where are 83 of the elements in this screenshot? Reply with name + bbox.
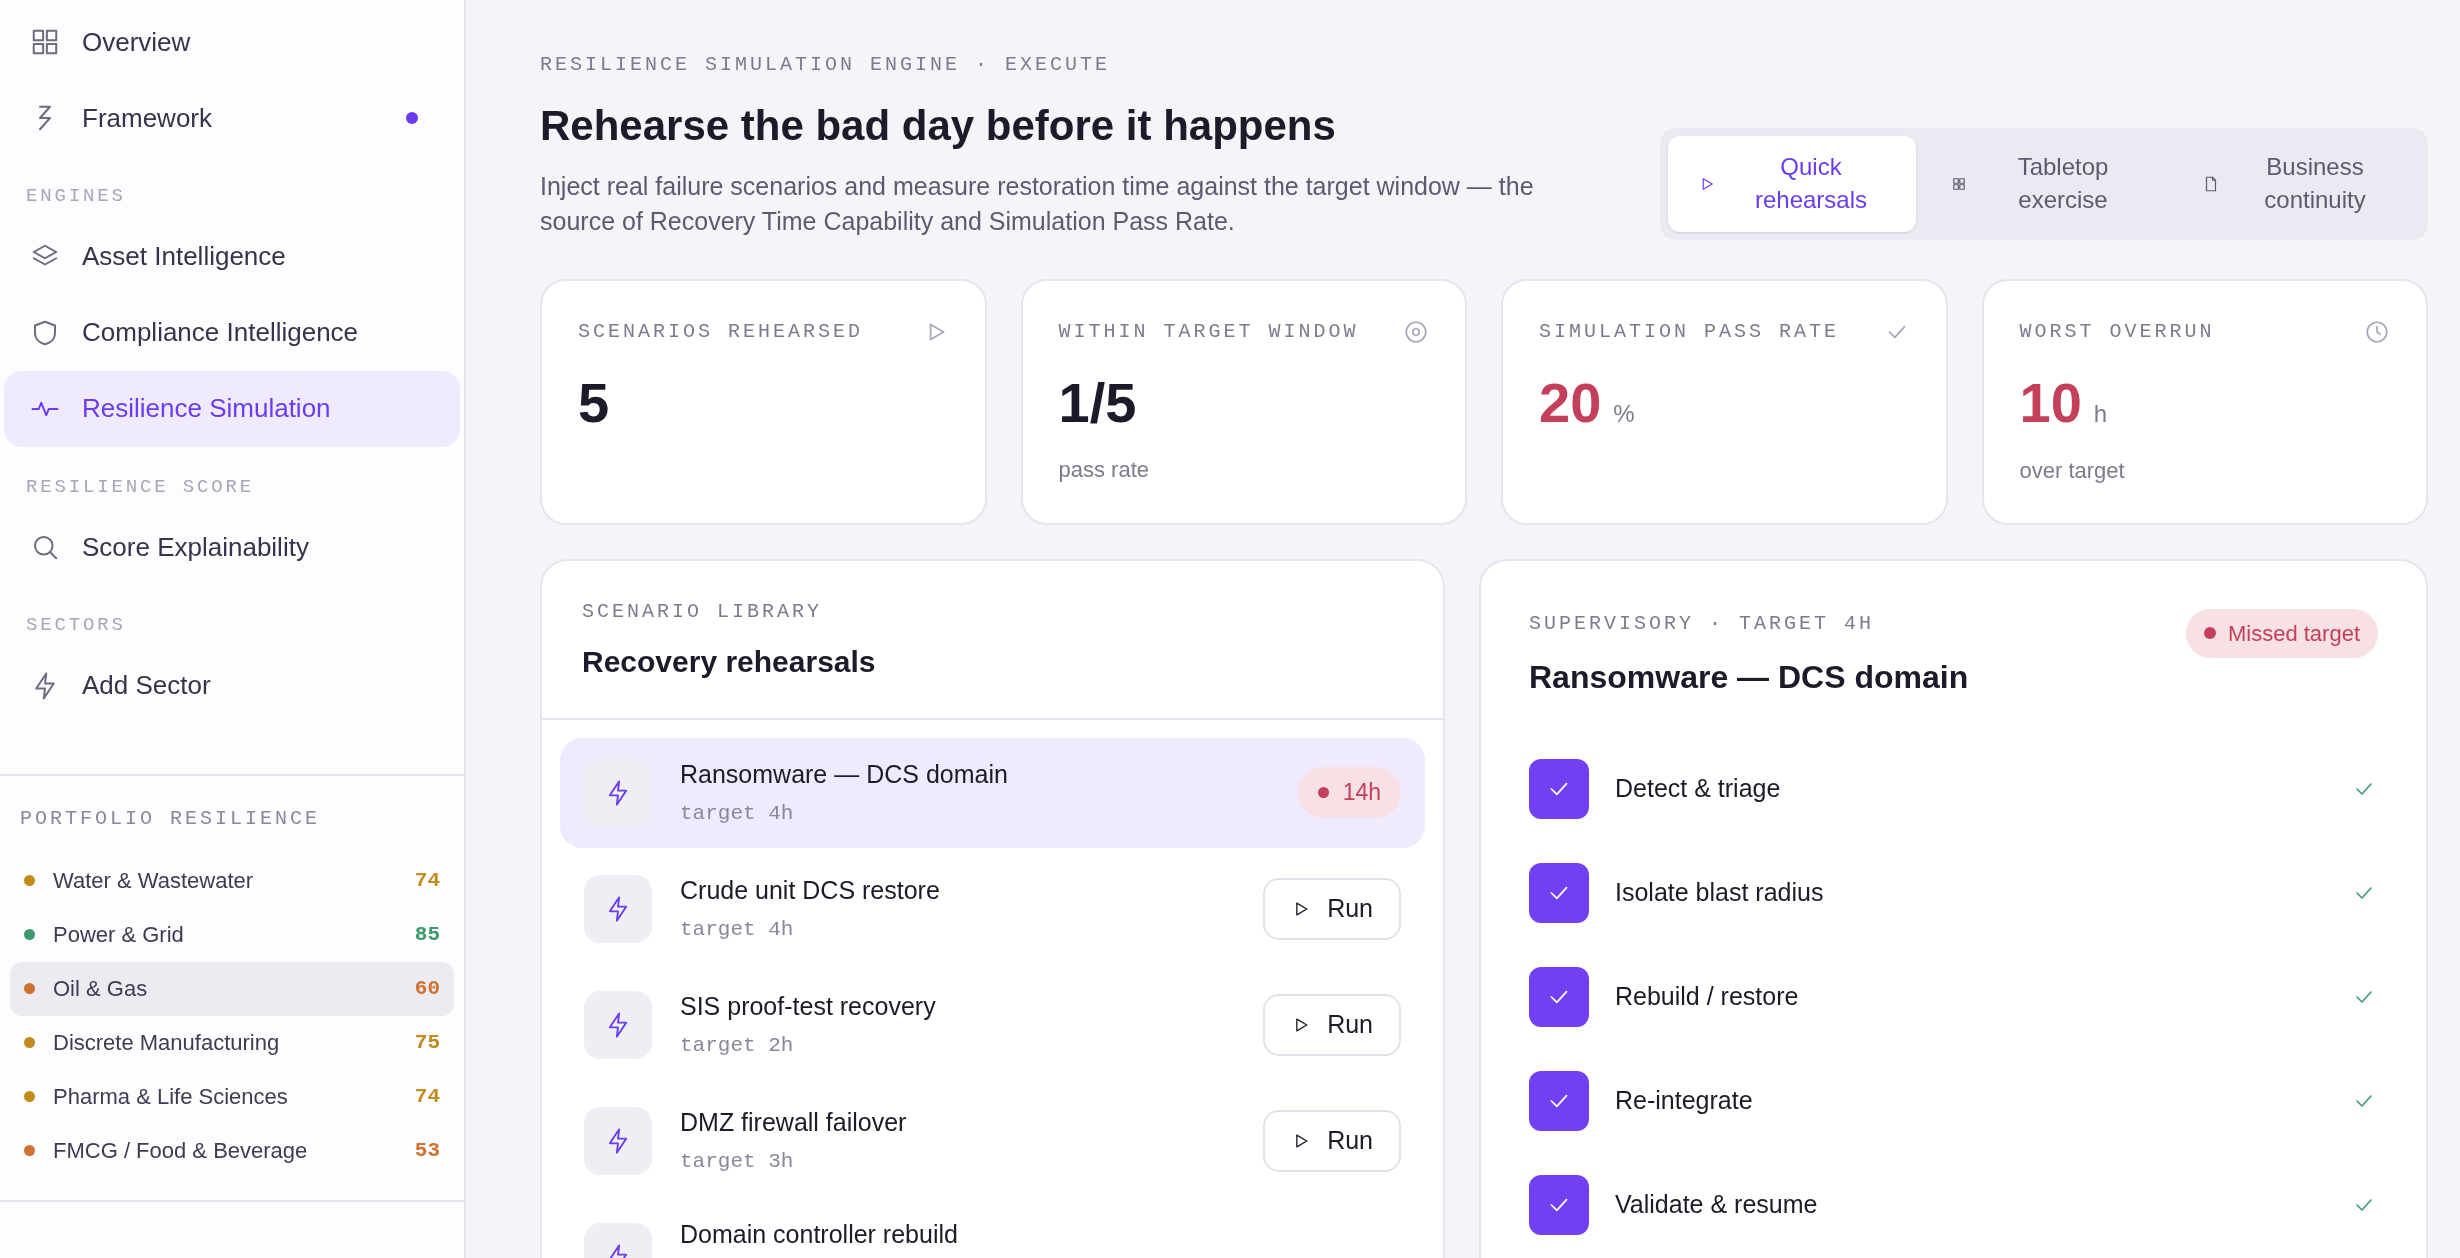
step-label: Re-integrate — [1615, 1084, 1754, 1116]
sector-name: Discrete Manufacturing — [53, 1029, 281, 1057]
step-checkbox[interactable] — [1529, 966, 1589, 1027]
step-label: Validate & resume — [1615, 1188, 1819, 1220]
step-checkbox[interactable] — [1529, 862, 1589, 923]
sector-name: Water & Wastewater — [53, 867, 255, 895]
scenario-row[interactable]: DMZ firewall failover target 3h Run — [560, 1085, 1425, 1196]
sector-score: 75 — [414, 1029, 440, 1056]
sector-row[interactable]: Discrete Manufacturing 75 — [10, 1015, 454, 1070]
result-badge: 14h — [1297, 767, 1401, 818]
grid-icon — [30, 27, 60, 57]
section-heading: RESILIENCE SCORE — [25, 474, 256, 500]
stat-caption: pass rate — [1058, 455, 1150, 484]
sector-score: 74 — [414, 1083, 440, 1110]
sector-score: 53 — [414, 1137, 440, 1164]
scenario-target: target 4h — [680, 800, 795, 827]
nav-item[interactable]: Asset Intelligence — [4, 218, 460, 295]
scenario-row[interactable]: Domain controller rebuild — [560, 1201, 1425, 1258]
run-button[interactable]: Run — [1263, 993, 1401, 1056]
scenario-title: Ransomware — DCS domain — [680, 759, 1009, 790]
panel-eyebrow: SUPERVISORY · TARGET 4H — [1529, 610, 1876, 637]
scenario-target: target 2h — [680, 1032, 795, 1059]
scenario-title: Crude unit DCS restore — [680, 875, 941, 906]
stat-value: 20 — [1539, 374, 1602, 431]
step-checkbox[interactable] — [1529, 1070, 1589, 1131]
run-button[interactable]: Run — [1263, 877, 1401, 940]
scenario-target: target 3h — [680, 1148, 795, 1175]
sector-row[interactable]: Water & Wastewater 74 — [10, 853, 454, 908]
clock-icon — [2364, 318, 2390, 345]
sector-name: Pharma & Life Sciences — [53, 1083, 289, 1111]
panel-eyebrow: SCENARIO LIBRARY — [582, 598, 824, 625]
page-eyebrow: RESILIENCE SIMULATION ENGINE · EXECUTE — [540, 52, 1112, 78]
tab[interactable]: Quick rehearsals — [1668, 135, 1916, 232]
panel-title: Recovery rehearsals — [582, 643, 877, 680]
sector-row[interactable]: Oil & Gas 60 — [10, 961, 454, 1016]
step-label: Detect & triage — [1615, 772, 1782, 804]
step-checkbox[interactable] — [1529, 758, 1589, 819]
stat-value: 5 — [578, 374, 610, 431]
sector-name: Oil & Gas — [53, 975, 149, 1003]
step-label: Rebuild / restore — [1615, 980, 1800, 1012]
run-button[interactable]: Run — [1263, 1109, 1401, 1172]
nav-item[interactable]: Add Sector — [4, 647, 460, 724]
sector-name: Power & Grid — [53, 921, 185, 949]
section-heading: PORTFOLIO RESILIENCE — [19, 805, 322, 832]
target-icon — [1403, 318, 1429, 345]
sector-score: 60 — [414, 975, 440, 1002]
nav-item[interactable]: Score Explainability — [4, 509, 460, 585]
nav-item[interactable]: Overview — [4, 4, 460, 80]
sector-name: FMCG / Food & Beverage — [53, 1137, 309, 1165]
stat-unit: % — [1613, 398, 1635, 429]
step-label: Isolate blast radius — [1615, 876, 1825, 908]
stat-label: SCENARIOS REHEARSED — [578, 318, 864, 345]
step-checkbox[interactable] — [1529, 1174, 1589, 1235]
sector-score: 85 — [414, 921, 440, 948]
nav-item[interactable]: Framework — [4, 80, 460, 156]
stat-label: WITHIN TARGET WINDOW — [1058, 318, 1359, 345]
section-heading: ENGINES — [25, 184, 127, 209]
tab[interactable]: Tabletop exercise — [1920, 135, 2168, 232]
scenario-title: Domain controller rebuild — [680, 1218, 959, 1250]
page-description: Inject real failure scenarios and measure restoration time against the target window — the source of Recovery Time Capability and Simulation Pass Rate. — [540, 170, 1535, 237]
stat-caption: over target — [2019, 456, 2126, 485]
sector-row[interactable]: Pharma & Life Sciences 74 — [10, 1069, 454, 1124]
stat-label: WORST OVERRUN — [2019, 318, 2215, 345]
page-title: Rehearse the bad day before it happens — [540, 101, 1337, 151]
section-heading: SECTORS — [25, 613, 127, 638]
stat-value: 1/5 — [1058, 374, 1137, 431]
scenario-target: target 4h — [680, 916, 795, 943]
stat-unit: h — [2093, 398, 2108, 429]
panel-title: Ransomware — DCS domain — [1529, 657, 1969, 697]
status-badge: Missed target — [2185, 608, 2378, 658]
nav-item[interactable]: Compliance Intelligence — [4, 294, 460, 371]
stat-value: 10 — [2019, 374, 2082, 431]
scenario-row[interactable]: Ransomware — DCS domain target 4h 14h — [560, 737, 1425, 848]
sector-row[interactable]: Power & Grid 85 — [10, 907, 454, 962]
sector-score: 74 — [414, 867, 440, 894]
nav-item[interactable]: Resilience Simulation — [4, 370, 460, 447]
scenario-title: DMZ firewall failover — [680, 1107, 908, 1138]
scenario-title: SIS proof-test recovery — [680, 991, 937, 1022]
scenario-row[interactable]: Crude unit DCS restore target 4h Run — [560, 853, 1425, 964]
sector-row[interactable]: FMCG / Food & Beverage 53 — [10, 1123, 454, 1178]
scenario-row[interactable]: SIS proof-test recovery target 2h Run — [560, 969, 1425, 1080]
tab[interactable]: Business continuity — [2172, 135, 2420, 232]
stat-label: SIMULATION PASS RATE — [1539, 318, 1840, 345]
